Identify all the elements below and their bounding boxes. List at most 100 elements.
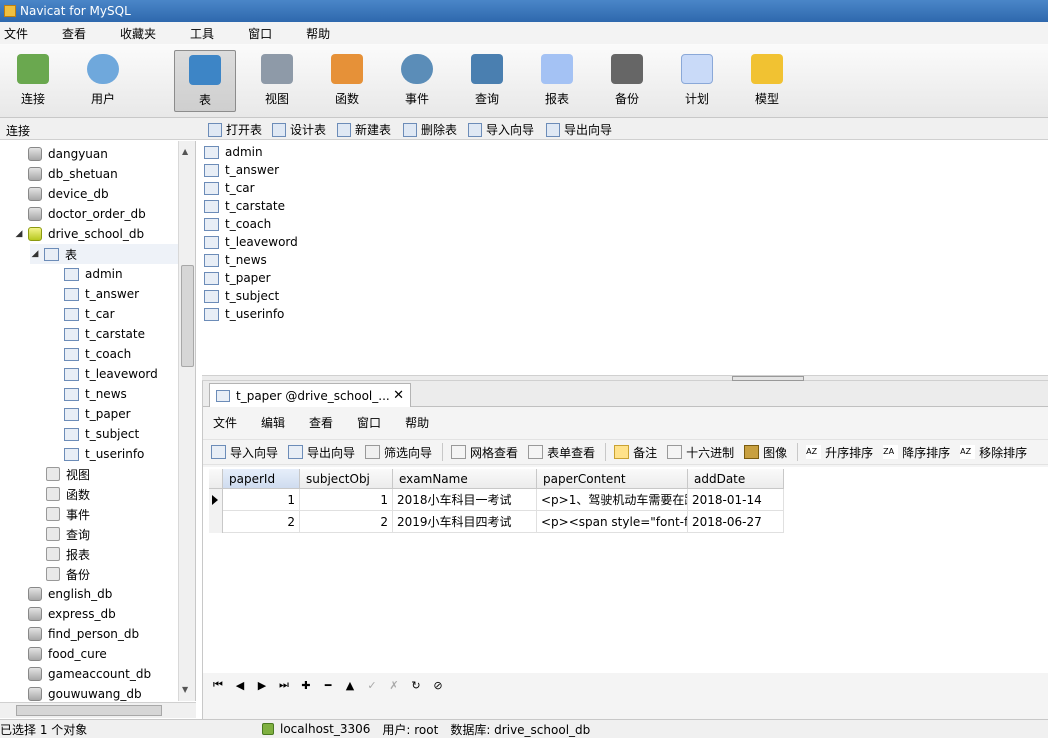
connect-button[interactable]: 连接 <box>2 50 64 112</box>
tree-db-drive-school-db[interactable]: ◢ drive_school_db <box>14 224 144 244</box>
schedule-button[interactable]: 计划 <box>666 50 728 112</box>
remove-sort-button[interactable]: AZ 移除排序 <box>960 444 1027 461</box>
cell-papercontent[interactable]: <p>1、驾驶机动车需要在路 <box>537 489 688 511</box>
cell-adddate[interactable]: 2018-06-27 <box>688 511 784 533</box>
function-button[interactable]: 函数 <box>316 50 378 112</box>
tree-table-item[interactable]: t_news <box>64 384 127 404</box>
tree-scroll-thumb[interactable] <box>181 265 194 367</box>
tree-db-english-db[interactable]: english_db <box>28 584 112 604</box>
tree-functions-node[interactable]: 函数 <box>46 484 90 504</box>
object-table-item[interactable]: t_paper <box>204 269 271 287</box>
view-button[interactable]: 视图 <box>246 50 308 112</box>
object-table-item[interactable]: t_coach <box>204 215 271 233</box>
backup-button[interactable]: 备份 <box>596 50 658 112</box>
sub-menu-file[interactable]: 文件 <box>213 414 237 431</box>
report-button[interactable]: 报表 <box>526 50 588 112</box>
sort-ascending-button[interactable]: AZ 升序排序 <box>806 444 873 461</box>
refresh-icon[interactable]: ↻ <box>409 679 423 692</box>
table-row[interactable]: 2 2 2019小车科目四考试 <p><span style="font-fa … <box>223 511 784 533</box>
object-table-item[interactable]: t_car <box>204 179 255 197</box>
expanded-arrow-icon[interactable]: ◢ <box>30 249 40 259</box>
column-header[interactable]: addDate <box>688 469 784 489</box>
menu-help[interactable]: 帮助 <box>302 25 342 42</box>
tree-table-item[interactable]: t_coach <box>64 344 131 364</box>
cell-adddate[interactable]: 2018-01-14 <box>688 489 784 511</box>
cell-examname[interactable]: 2018小车科目一考试 <box>393 489 537 511</box>
open-table-button[interactable]: 打开表 <box>208 121 262 138</box>
event-button[interactable]: 事件 <box>386 50 448 112</box>
expanded-arrow-icon[interactable]: ◢ <box>14 229 24 239</box>
form-view-button[interactable]: 表单查看 <box>528 444 595 461</box>
tree-table-item[interactable]: admin <box>64 264 123 284</box>
object-table-item[interactable]: t_news <box>204 251 267 269</box>
next-record-icon[interactable]: ▶ <box>255 679 269 692</box>
tree-table-item[interactable]: t_leaveword <box>64 364 158 384</box>
cell-papercontent[interactable]: <p><span style="font-fa <box>537 511 688 533</box>
current-row-marker[interactable] <box>209 489 223 511</box>
tree-db-db-shetuan[interactable]: db_shetuan <box>28 164 118 184</box>
column-header[interactable]: paperContent <box>537 469 688 489</box>
tree-table-item[interactable]: t_carstate <box>64 324 145 344</box>
object-table-item[interactable]: admin <box>204 143 263 161</box>
sub-menu-edit[interactable]: 编辑 <box>261 414 285 431</box>
tree-table-item[interactable]: t_paper <box>64 404 131 424</box>
tree-table-item[interactable]: t_userinfo <box>64 444 144 464</box>
sort-descending-button[interactable]: ZA 降序排序 <box>883 444 950 461</box>
tree-events-node[interactable]: 事件 <box>46 504 90 524</box>
menu-file[interactable]: 文件 <box>0 25 40 42</box>
object-table-item[interactable]: t_answer <box>204 161 279 179</box>
tree-horizontal-scrollbar[interactable] <box>0 702 196 718</box>
tree-db-express-db[interactable]: express_db <box>28 604 116 624</box>
edit-record-icon[interactable]: ▲ <box>343 679 357 692</box>
delete-record-icon[interactable]: ━ <box>321 679 335 692</box>
model-button[interactable]: 模型 <box>736 50 798 112</box>
tree-db-gouwuwang-db[interactable]: gouwuwang_db <box>28 684 142 701</box>
column-header[interactable]: subjectObj <box>300 469 393 489</box>
grid-import-wizard-button[interactable]: 导入向导 <box>211 444 278 461</box>
new-table-button[interactable]: 新建表 <box>337 121 391 138</box>
tree-reports-node[interactable]: 报表 <box>46 544 90 564</box>
tree-queries-node[interactable]: 查询 <box>46 524 90 544</box>
tree-backups-node[interactable]: 备份 <box>46 564 90 584</box>
sub-menu-help[interactable]: 帮助 <box>405 414 429 431</box>
sub-menu-window[interactable]: 窗口 <box>357 414 381 431</box>
tree-db-gameaccount-db[interactable]: gameaccount_db <box>28 664 151 684</box>
row-marker[interactable] <box>209 511 223 533</box>
tree-views-node[interactable]: 视图 <box>46 464 90 484</box>
close-tab-icon[interactable]: ✕ <box>393 388 404 403</box>
grid-view-button[interactable]: 网格查看 <box>451 444 518 461</box>
import-wizard-button[interactable]: 导入向导 <box>468 121 534 138</box>
discard-changes-icon[interactable]: ✗ <box>387 679 401 692</box>
tree-tables-node[interactable]: ◢ 表 <box>30 244 178 264</box>
tree-vertical-scrollbar[interactable]: ▲ ▼ <box>178 141 195 701</box>
hex-button[interactable]: 十六进制 <box>667 444 734 461</box>
export-wizard-button[interactable]: 导出向导 <box>546 121 612 138</box>
menu-tools[interactable]: 工具 <box>186 25 226 42</box>
sub-menu-view[interactable]: 查看 <box>309 414 333 431</box>
tree-table-item[interactable]: t_subject <box>64 424 139 444</box>
tree-db-food-cure[interactable]: food_cure <box>28 644 107 664</box>
tree-hscroll-thumb[interactable] <box>16 705 162 716</box>
column-header[interactable]: paperId <box>223 469 300 489</box>
tree-table-item[interactable]: t_answer <box>64 284 139 304</box>
filter-wizard-button[interactable]: 筛选向导 <box>365 444 432 461</box>
last-record-icon[interactable]: ⏭ <box>277 678 291 692</box>
table-button[interactable]: 表 <box>174 50 236 112</box>
tree-db-device-db[interactable]: device_db <box>28 184 109 204</box>
memo-button[interactable]: 备注 <box>614 444 657 461</box>
cell-paperid[interactable]: 1 <box>223 489 300 511</box>
table-row[interactable]: 1 1 2018小车科目一考试 <p>1、驾驶机动车需要在路 2018-01-1… <box>223 489 784 511</box>
object-table-item[interactable]: t_leaveword <box>204 233 298 251</box>
menu-window[interactable]: 窗口 <box>244 25 284 42</box>
grid-export-wizard-button[interactable]: 导出向导 <box>288 444 355 461</box>
scroll-down-arrow-icon[interactable]: ▼ <box>182 685 188 694</box>
image-button[interactable]: 图像 <box>744 444 787 461</box>
column-header[interactable]: examName <box>393 469 537 489</box>
tree-table-item[interactable]: t_car <box>64 304 115 324</box>
cell-examname[interactable]: 2019小车科目四考试 <box>393 511 537 533</box>
object-table-item[interactable]: t_userinfo <box>204 305 284 323</box>
tree-db-dangyuan[interactable]: dangyuan <box>28 144 108 164</box>
scroll-up-arrow-icon[interactable]: ▲ <box>182 147 188 156</box>
tree-db-find-person-db[interactable]: find_person_db <box>28 624 139 644</box>
delete-table-button[interactable]: 删除表 <box>403 121 457 138</box>
